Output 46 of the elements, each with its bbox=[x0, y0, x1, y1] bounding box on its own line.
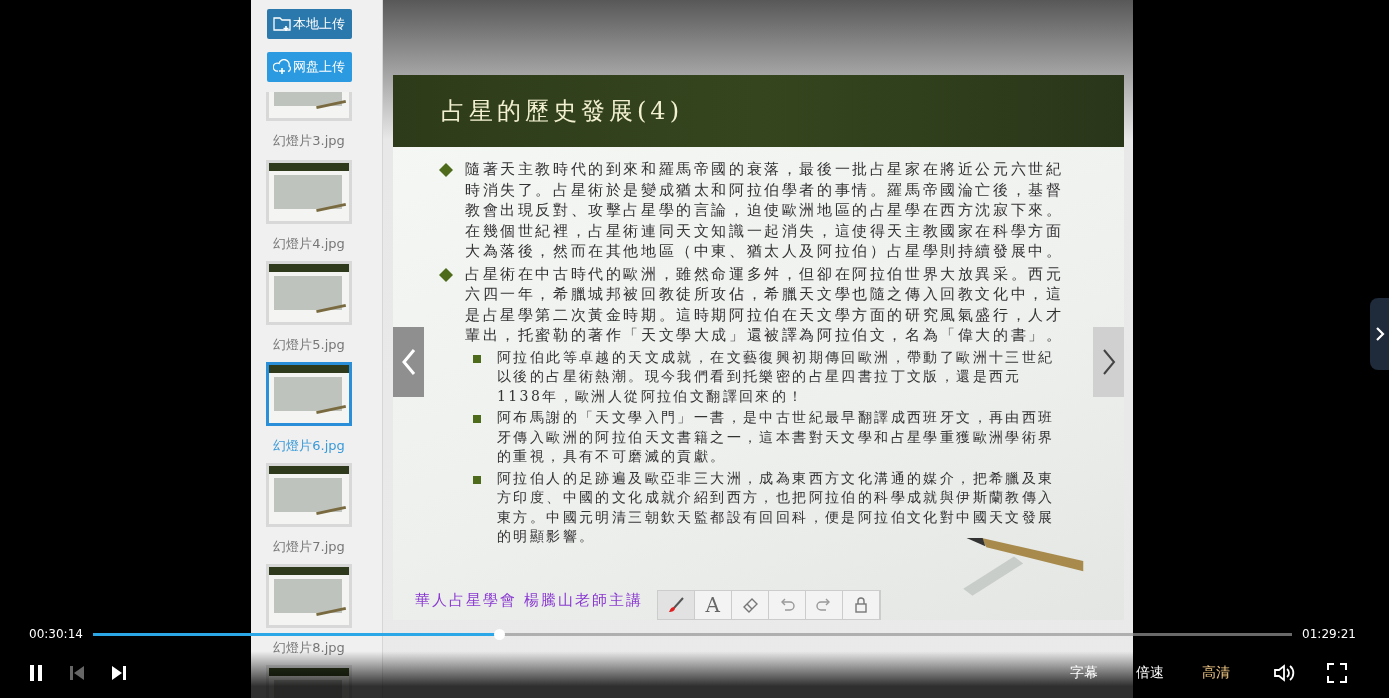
slide-label[interactable]: 幻燈片3.jpg bbox=[273, 133, 345, 149]
upload-button[interactable]: 网盘上传 bbox=[266, 52, 352, 82]
slide-label[interactable]: 幻燈片5.jpg bbox=[273, 337, 345, 353]
bullet-text: 阿拉伯此等卓越的天文成就，在文藝復興初期傳回歐洲，帶動了歐洲十三世紀以後的占星術熱潮。現今我們看到托樂密的占星四書拉丁文版，還是西元1138年，歐洲人從阿拉伯文翻譯回來的！ bbox=[497, 347, 1056, 406]
folder-icon bbox=[273, 16, 291, 32]
next-slide-button[interactable] bbox=[1093, 327, 1124, 397]
brush-icon bbox=[666, 596, 685, 614]
bullet-text: 占星術在中古時代的歐洲，雖然命運多舛，但卻在阿拉伯世界大放異采。西元六四一年，希臘城邦被回教徒所攻佔，希臘天文學也隨之傳入回教文化中，這是占星學第二次黃金時期。這時期阿拉伯在天文學方面的研究風氣盛行，人才輩出，托蜜勒的著作「天文學大成」還被譯為阿拉伯文，名為「偉大的書」。 bbox=[465, 263, 1064, 346]
chevron-right-icon bbox=[1374, 326, 1385, 342]
diamond-bullet-icon bbox=[439, 163, 453, 177]
player-option-button[interactable]: 倍速 bbox=[1124, 664, 1176, 682]
slide-label[interactable]: 幻燈片8.jpg bbox=[273, 640, 345, 656]
progress-handle[interactable] bbox=[494, 628, 506, 640]
side-panel-toggle[interactable] bbox=[1370, 298, 1389, 370]
slide-thumbnail[interactable] bbox=[266, 261, 352, 325]
player-option-button[interactable]: 高清 bbox=[1190, 664, 1242, 682]
slide-label[interactable]: 幻燈片7.jpg bbox=[273, 539, 345, 555]
fullscreen-icon bbox=[1327, 663, 1347, 683]
chevron-right-icon bbox=[1100, 348, 1117, 376]
total-duration: 01:29:21 bbox=[1302, 627, 1356, 641]
player-option-button[interactable]: 字幕 bbox=[1058, 664, 1110, 682]
slide-thumbnail[interactable] bbox=[266, 463, 352, 527]
skip-back-icon bbox=[68, 664, 86, 682]
brush-button[interactable] bbox=[657, 591, 695, 619]
bullet-text: 阿布馬謝的「天文學入門」一書，是中古世紀最早翻譯成西班牙文，再由西班牙傳入歐洲的阿拉伯天文書籍之一，這本書對天文學和占星學重獲歐洲學術界的重視，具有不可磨滅的貢獻。 bbox=[497, 408, 1056, 466]
skip-forward-icon bbox=[110, 664, 128, 682]
elapsed-time: 00:30:14 bbox=[29, 627, 83, 641]
square-bullet-icon bbox=[473, 475, 481, 484]
bullet-text: 隨著天主教時代的到來和羅馬帝國的衰落，最後一批占星家在將近公元六世紀時消失了。占星術於是變成猶太和阿拉伯學者的事情。羅馬帝國淪亡後，基督教會出現反對、攻擊占星學的言論，迫使歐洲地區的占星學在西方沈寂下來。在幾個世紀裡，占星術連同天文知識一起消失，這使得天主教國家在科學方面大為落後，然而在其他地區（中東、猶太人及阿拉伯）占星學則持續發展中。 bbox=[465, 159, 1064, 262]
speaker-icon bbox=[1273, 663, 1295, 683]
slide-label[interactable]: 幻燈片6.jpg bbox=[273, 438, 345, 454]
diamond-bullet-icon bbox=[439, 267, 453, 282]
previous-slide-button[interactable] bbox=[393, 327, 424, 397]
slide-thumbnail[interactable] bbox=[266, 564, 352, 628]
slide-thumbnail[interactable] bbox=[266, 160, 352, 224]
slide-thumbnail[interactable] bbox=[266, 362, 352, 426]
cloud-icon bbox=[273, 59, 291, 75]
slide-label[interactable]: 幻燈片4.jpg bbox=[273, 236, 345, 252]
chevron-left-icon bbox=[400, 348, 417, 376]
square-bullet-icon bbox=[473, 354, 481, 363]
slide-footer: 華人占星學會 楊騰山老師主講 bbox=[415, 591, 643, 620]
square-bullet-icon bbox=[473, 415, 481, 423]
bullet-text: 阿拉伯人的足跡遍及歐亞非三大洲，成為東西方文化溝通的媒介，把希臘及東方印度、中國的文化成就介紹到西方，也把阿拉伯的科學成就與伊斯蘭教傳入東方。中國元明清三朝欽天監都設有回回科，便是阿拉伯文化對中國天文發展的明顯影響。 bbox=[497, 468, 1056, 546]
pause-icon bbox=[28, 664, 44, 682]
upload-button[interactable]: 本地上传 bbox=[266, 9, 352, 39]
slide-title: 占星的歷史發展(4) bbox=[441, 96, 683, 127]
